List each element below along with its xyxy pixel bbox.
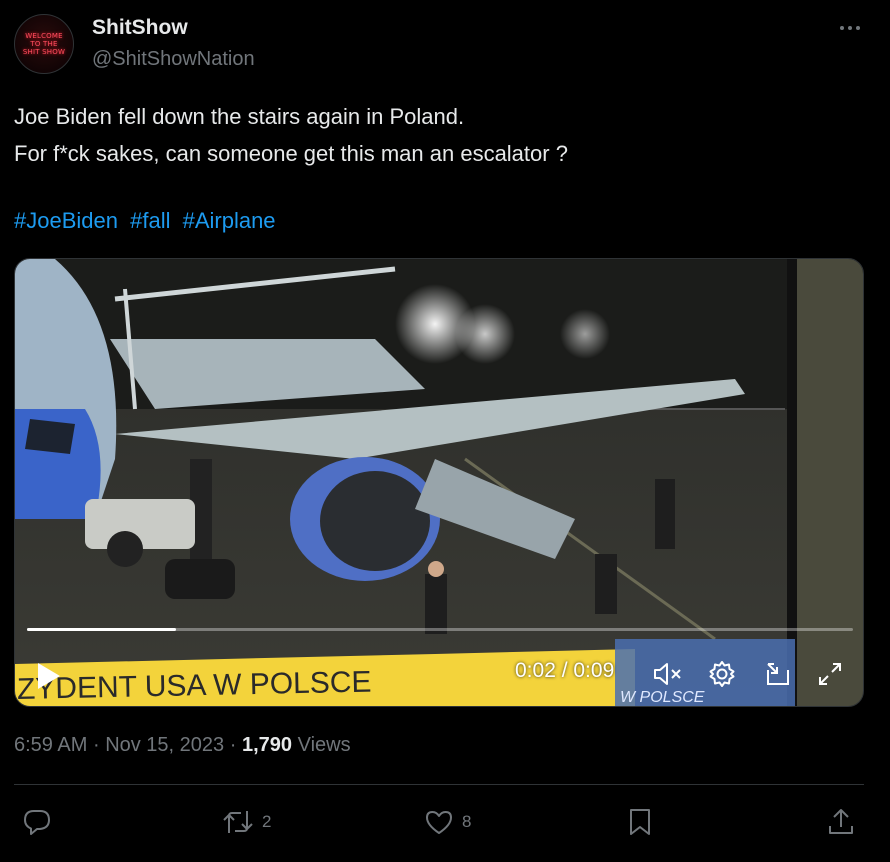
author-display-name[interactable]: ShitShow [92,16,188,40]
tweet-meta: 6:59 AM · Nov 15, 2023 · 1,790 Views [14,734,351,757]
avatar-text-2: TO THE [30,40,58,48]
pip-icon [767,663,789,685]
more-icon [840,26,860,30]
like-button[interactable]: 8 [424,804,471,840]
like-count: 8 [462,812,472,831]
tweet-line-2: For f*ck sakes, can someone get this man… [14,141,568,166]
reply-icon [24,810,50,835]
hashtag-fall[interactable]: #fall [130,208,170,233]
picture-in-picture-button[interactable] [761,657,795,691]
share-icon [829,809,853,834]
fullscreen-icon [819,663,841,685]
tweet-line-1: Joe Biden fell down the stairs again in … [14,104,465,129]
settings-icon [709,661,735,687]
reply-button[interactable] [22,804,60,840]
video-progress-fill [27,628,176,631]
video-player[interactable]: ZYDENT USA W POLSCE W POLSCE 0:02 / 0:09 [14,258,864,707]
tweet-text: Joe Biden fell down the stairs again in … [14,98,568,172]
hashtag-joebiden[interactable]: #JoeBiden [14,208,118,233]
like-icon [426,811,452,834]
retweet-count: 2 [262,812,272,831]
retweet-icon [223,811,253,833]
hashtag-airplane[interactable]: #Airplane [183,208,276,233]
hashtags: #JoeBiden #fall #Airplane [14,202,282,239]
avatar[interactable]: WELCOME TO THE SHIT SHOW [14,14,74,74]
play-button[interactable] [35,661,63,691]
mute-button[interactable] [651,657,685,691]
divider [14,784,864,785]
retweet-button[interactable]: 2 [222,804,271,840]
tweet-time[interactable]: 6:59 AM [14,734,87,756]
meta-separator: · [92,734,100,756]
share-button[interactable] [826,804,864,840]
play-icon [38,663,60,689]
video-progress-bar[interactable] [27,628,853,631]
author-handle[interactable]: @ShitShowNation [92,48,255,71]
fullscreen-button[interactable] [813,657,847,691]
views-label: Views [297,734,351,756]
views-count[interactable]: 1,790 [242,734,292,756]
tweet-date[interactable]: Nov 15, 2023 [105,734,224,756]
more-button[interactable] [836,14,864,42]
video-time: 0:02 / 0:09 [515,659,615,682]
avatar-text-1: WELCOME [25,32,63,40]
bookmark-button[interactable] [626,804,662,840]
meta-separator-2: · [229,734,237,756]
bookmark-icon [630,809,650,835]
avatar-text-3: SHIT SHOW [22,48,66,56]
settings-button[interactable] [705,657,739,691]
mute-icon [654,663,681,685]
video-frame: ZYDENT USA W POLSCE W POLSCE [15,259,863,706]
video-banner-subtext: W POLSCE [620,689,705,706]
